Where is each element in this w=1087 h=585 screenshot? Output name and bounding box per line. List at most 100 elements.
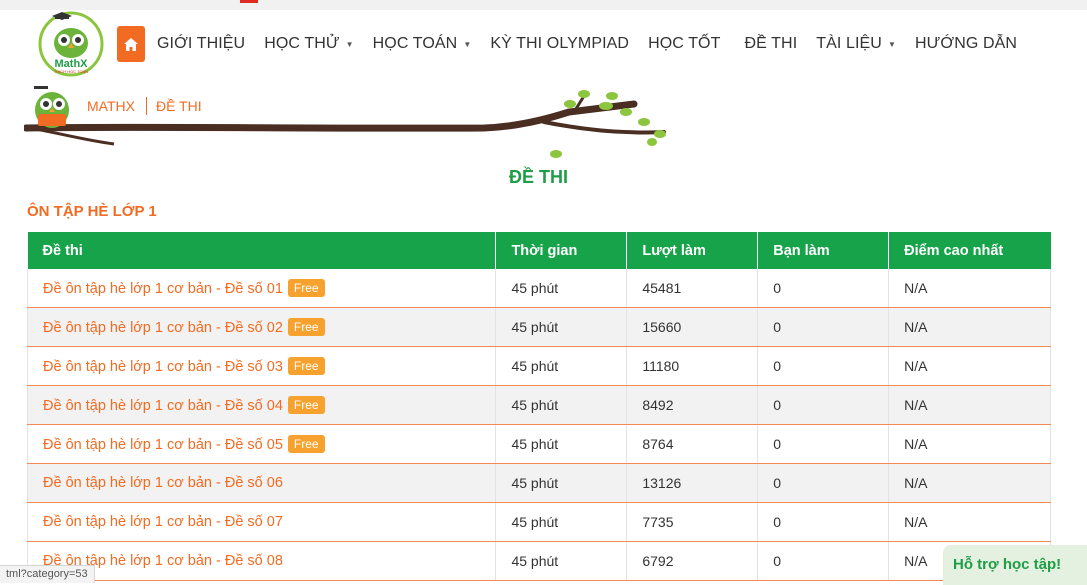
exam-link[interactable]: Đề ôn tập hè lớp 1 cơ bản - Đề số 01: [43, 281, 283, 297]
attempts-cell: 6792: [626, 541, 759, 581]
table-row: Đề ôn tập hè lớp 1 cơ bản - Đề số 08 45 …: [26, 541, 1051, 581]
mathx-logo[interactable]: MathX THÍCH HỌC TOÁN: [38, 10, 104, 78]
exam-cell: Đề ôn tập hè lớp 1 cơ bản - Đề số 05 Free: [26, 424, 497, 464]
nav-label: HƯỚNG DẪN: [915, 35, 1018, 52]
status-bar-url: tml?category=53: [0, 565, 95, 583]
your-attempts-cell: 0: [757, 385, 890, 425]
best-score-cell: N/A: [888, 307, 1051, 347]
logo-tagline: THÍCH HỌC TOÁN: [54, 69, 88, 74]
free-badge: Free: [287, 279, 325, 297]
nav-de-thi[interactable]: ĐỀ THI: [744, 35, 797, 53]
header-best-score: Điểm cao nhất: [888, 232, 1051, 269]
home-icon: [124, 37, 138, 51]
time-cell: 45 phút: [495, 307, 628, 347]
tab-indicator: [240, 0, 258, 3]
branch-banner: [24, 86, 666, 158]
header-exam: Đề thi: [27, 232, 497, 269]
time-cell: 45 phút: [495, 385, 628, 425]
best-score-cell: N/A: [888, 269, 1051, 308]
home-button[interactable]: [117, 26, 145, 62]
owl-mascot-icon: [34, 86, 69, 128]
nav-hoc-tot[interactable]: HỌC TỐT: [648, 35, 720, 53]
exam-link[interactable]: Đề ôn tập hè lớp 1 cơ bản - Đề số 04: [43, 398, 283, 414]
exam-cell: Đề ôn tập hè lớp 1 cơ bản - Đề số 02 Free: [26, 307, 497, 347]
nav-label: TÀI LIỆU: [816, 35, 882, 52]
table-row: Đề ôn tập hè lớp 1 cơ bản - Đề số 04 Free…: [26, 385, 1051, 425]
best-score-cell: N/A: [888, 502, 1051, 542]
nav-hoc-toan[interactable]: HỌC TOÁN ▼: [373, 35, 472, 53]
time-cell: 45 phút: [495, 346, 628, 386]
table-header-row: Đề thi Thời gian Lượt làm Bạn làm Điểm c…: [27, 232, 1051, 269]
header-your-attempts: Bạn làm: [757, 232, 890, 269]
nav-gioi-thieu[interactable]: GIỚI THIỆU: [157, 35, 245, 53]
header-time: Thời gian: [495, 232, 628, 269]
breadcrumb-separator: [145, 97, 147, 115]
exam-cell: Đề ôn tập hè lớp 1 cơ bản - Đề số 06: [26, 463, 497, 503]
best-score-cell: N/A: [888, 346, 1051, 386]
page-title: ĐỀ THI: [508, 167, 568, 187]
nav-label: HỌC TOÁN: [372, 35, 458, 52]
exam-table: Đề thi Thời gian Lượt làm Bạn làm Điểm c…: [26, 232, 1051, 581]
exam-link[interactable]: Đề ôn tập hè lớp 1 cơ bản - Đề số 07: [43, 514, 283, 530]
attempts-cell: 11180: [626, 346, 759, 386]
your-attempts-cell: 0: [757, 502, 890, 542]
exam-link[interactable]: Đề ôn tập hè lớp 1 cơ bản - Đề số 05: [43, 437, 283, 453]
breadcrumb: MATHX ĐỀ THI: [87, 97, 202, 115]
time-cell: 45 phút: [495, 463, 628, 503]
nav-label: ĐỀ THI: [744, 35, 798, 52]
nav-hoc-thu[interactable]: HỌC THỬ ▼: [264, 35, 353, 53]
attempts-cell: 7735: [626, 502, 759, 542]
nav-label: HỌC THỬ: [264, 35, 340, 52]
best-score-cell: N/A: [888, 463, 1051, 503]
your-attempts-cell: 0: [757, 463, 890, 503]
section-title: ÔN TẬP HÈ LỚP 1: [27, 203, 157, 220]
free-badge: Free: [287, 396, 325, 414]
nav-label: HỌC TỐT: [648, 35, 721, 52]
time-cell: 45 phút: [495, 269, 628, 308]
exam-cell: Đề ôn tập hè lớp 1 cơ bản - Đề số 01 Free: [26, 269, 497, 308]
nav-label: KỲ THI OLYMPIAD: [490, 35, 630, 52]
table-row: Đề ôn tập hè lớp 1 cơ bản - Đề số 06 45 …: [26, 463, 1051, 503]
browser-top-strip: [0, 0, 1087, 10]
exam-cell: Đề ôn tập hè lớp 1 cơ bản - Đề số 08: [26, 541, 497, 581]
your-attempts-cell: 0: [757, 541, 890, 581]
table-row: Đề ôn tập hè lớp 1 cơ bản - Đề số 07 45 …: [26, 502, 1051, 542]
exam-link[interactable]: Đề ôn tập hè lớp 1 cơ bản - Đề số 06: [43, 475, 283, 491]
table-row: Đề ôn tập hè lớp 1 cơ bản - Đề số 05 Free…: [26, 424, 1051, 464]
your-attempts-cell: 0: [757, 424, 890, 464]
best-score-cell: N/A: [888, 385, 1051, 425]
caret-down-icon: ▼: [887, 39, 896, 49]
nav-tai-lieu[interactable]: TÀI LIỆU ▼: [816, 35, 896, 53]
header-attempts: Lượt làm: [626, 232, 759, 269]
exam-cell: Đề ôn tập hè lớp 1 cơ bản - Đề số 07: [26, 502, 497, 542]
exam-cell: Đề ôn tập hè lớp 1 cơ bản - Đề số 04 Free: [26, 385, 497, 425]
free-badge: Free: [287, 435, 325, 453]
attempts-cell: 15660: [626, 307, 759, 347]
attempts-cell: 13126: [626, 463, 759, 503]
table-row: Đề ôn tập hè lớp 1 cơ bản - Đề số 03 Free…: [26, 346, 1051, 386]
your-attempts-cell: 0: [757, 269, 890, 308]
your-attempts-cell: 0: [757, 346, 890, 386]
table-row: Đề ôn tập hè lớp 1 cơ bản - Đề số 02 Free…: [26, 307, 1051, 347]
free-badge: Free: [287, 318, 325, 336]
help-chat-button[interactable]: Hỗ trợ học tập!: [943, 545, 1087, 585]
caret-down-icon: ▼: [345, 39, 354, 49]
time-cell: 45 phút: [495, 502, 628, 542]
exam-link[interactable]: Đề ôn tập hè lớp 1 cơ bản - Đề số 02: [43, 320, 283, 336]
table-row: Đề ôn tập hè lớp 1 cơ bản - Đề số 01 Free…: [26, 269, 1051, 308]
attempts-cell: 8492: [626, 385, 759, 425]
nav-huong-dan[interactable]: HƯỚNG DẪN: [915, 35, 1017, 53]
nav-ky-thi-olympiad[interactable]: KỲ THI OLYMPIAD: [490, 35, 629, 53]
breadcrumb-current[interactable]: ĐỀ THI: [156, 98, 202, 114]
time-cell: 45 phút: [495, 541, 628, 581]
your-attempts-cell: 0: [757, 307, 890, 347]
time-cell: 45 phút: [495, 424, 628, 464]
main-nav: GIỚI THIỆU HỌC THỬ ▼ HỌC TOÁN ▼ KỲ THI OLY…: [157, 26, 1036, 62]
attempts-cell: 45481: [626, 269, 759, 308]
best-score-cell: N/A: [888, 424, 1051, 464]
attempts-cell: 8764: [626, 424, 759, 464]
exam-link[interactable]: Đề ôn tập hè lớp 1 cơ bản - Đề số 03: [43, 359, 283, 375]
breadcrumb-home-link[interactable]: MATHX: [87, 98, 135, 114]
free-badge: Free: [287, 357, 325, 375]
exam-cell: Đề ôn tập hè lớp 1 cơ bản - Đề số 03 Free: [26, 346, 497, 386]
